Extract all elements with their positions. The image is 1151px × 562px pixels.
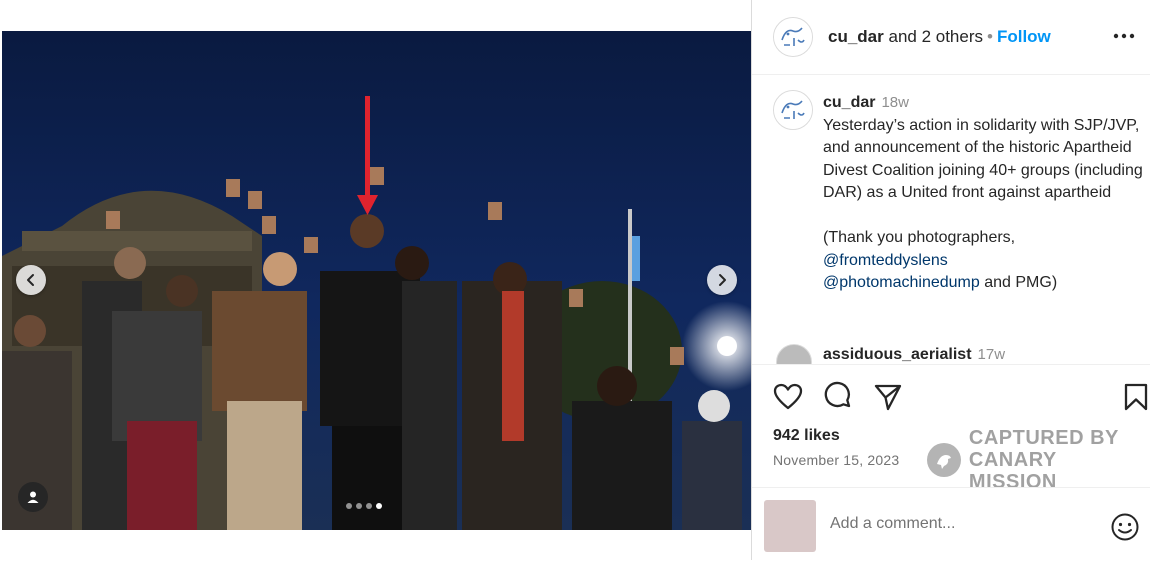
chevron-right-icon xyxy=(719,274,726,286)
tagged-users-button[interactable] xyxy=(18,482,48,512)
protest-photo-illustration xyxy=(2,31,751,530)
canary-mission-watermark: CAPTURED BY CANARY MISSION xyxy=(927,427,1150,493)
comment-time[interactable]: 17w xyxy=(978,346,1006,363)
follow-button[interactable]: Follow xyxy=(997,27,1051,46)
carousel-dot xyxy=(366,503,372,509)
chevron-left-icon xyxy=(27,274,34,286)
likes-count[interactable]: 942 likes xyxy=(773,427,840,445)
carousel-dot xyxy=(346,503,352,509)
caption-text: Yesterday’s action in solidarity with SJ… xyxy=(823,116,1143,247)
comment-preview: assiduous_aerialist 17w xyxy=(823,346,1005,364)
more-horizontal-icon[interactable] xyxy=(1110,26,1138,46)
commenter-avatar[interactable] xyxy=(776,344,812,364)
carousel-prev-button[interactable] xyxy=(16,265,46,295)
mention-link[interactable]: @fromteddyslens xyxy=(823,252,948,269)
dar-logo-icon xyxy=(774,18,812,56)
post-photo[interactable] xyxy=(2,31,751,530)
canary-bird-icon xyxy=(927,443,961,477)
dar-logo-icon xyxy=(774,91,812,129)
carousel-dot-active xyxy=(376,503,382,509)
post-header: cu_dar and 2 others • Follow xyxy=(752,0,1150,75)
red-arrow-shaft xyxy=(365,96,370,201)
share-icon[interactable] xyxy=(872,381,904,413)
caption-tail: and PMG) xyxy=(979,274,1058,291)
author-username[interactable]: cu_dar xyxy=(828,27,884,46)
emoji-icon[interactable] xyxy=(1110,512,1140,542)
header-byline: cu_dar and 2 others • Follow xyxy=(828,27,1051,47)
author-avatar[interactable] xyxy=(773,17,813,57)
post-actions: 942 likes November 15, 2023 CAPTURED BY … xyxy=(752,364,1150,561)
caption-time[interactable]: 18w xyxy=(881,94,909,111)
comment-input[interactable] xyxy=(828,514,1092,534)
watermark-line1: CAPTURED BY xyxy=(968,427,1119,449)
post-date[interactable]: November 15, 2023 xyxy=(773,452,899,468)
carousel-next-button[interactable] xyxy=(707,265,737,295)
caption-username[interactable]: cu_dar xyxy=(823,94,875,111)
caption-area: cu_dar 18w Yesterday’s action in solidari… xyxy=(752,74,1150,364)
heart-icon[interactable] xyxy=(772,381,804,413)
caption-body: cu_dar 18w Yesterday’s action in solidari… xyxy=(823,92,1143,295)
post-media xyxy=(0,0,751,560)
caption-author-avatar[interactable] xyxy=(773,90,813,130)
carousel-dot xyxy=(356,503,362,509)
post-sidebar: cu_dar and 2 others • Follow cu_dar 18w Yes… xyxy=(751,0,1151,561)
commenter-username[interactable]: assiduous_aerialist xyxy=(823,346,972,363)
comment-icon[interactable] xyxy=(822,381,854,413)
user-tag-icon xyxy=(27,491,39,503)
current-user-avatar xyxy=(764,500,816,552)
separator: • xyxy=(987,27,993,46)
bookmark-icon[interactable] xyxy=(1120,381,1151,413)
add-comment-bar xyxy=(752,487,1150,562)
mention-link[interactable]: @photomachinedump xyxy=(823,274,980,291)
carousel-indicator xyxy=(346,503,382,509)
coauthors-link[interactable]: and 2 others xyxy=(888,27,983,46)
